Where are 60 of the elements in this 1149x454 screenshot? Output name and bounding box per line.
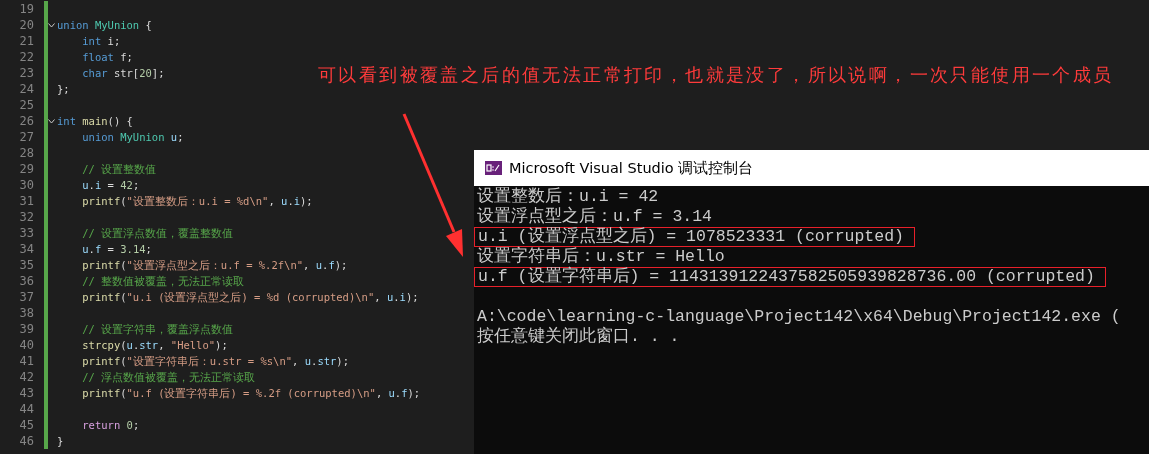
code-line: return 0; [81,418,140,433]
chevron-icon[interactable] [48,22,55,28]
annotation-text: 可以看到被覆盖之后的值无法正常打印，也就是没了，所以说啊，一次只能使用一个成员 [318,63,1114,87]
line-number: 46 [18,433,34,449]
code-line: }; [57,82,70,97]
code-line: union MyUnion u; [81,130,184,145]
code-line: printf("u.i (设置浮点型之后) = %d (corrupted)\n", u.i); [81,290,419,305]
line-number: 31 [18,193,34,209]
line-number: 45 [18,417,34,433]
code-line: char str[20]; [81,66,165,81]
line-number: 36 [18,273,34,289]
line-number: 34 [18,241,34,257]
chevron-icon[interactable] [48,118,55,124]
code-line: } [57,434,64,449]
line-number: 43 [18,385,34,401]
code-line: printf("u.f (设置字符串后) = %.2f (corrupted)\n", u.f); [81,386,421,401]
line-number: 38 [18,305,34,321]
window-title: Microsoft Visual Studio 调试控制台 [509,158,754,178]
console-line: 设置浮点型之后：u.f = 3.14 [476,207,713,226]
line-number: 37 [18,289,34,305]
code-line: printf("设置浮点型之后：u.f = %.2f\n", u.f); [81,258,348,273]
code-line: union MyUnion { [57,18,152,33]
line-number: 27 [18,129,34,145]
console-app-icon [485,161,502,175]
code-line: u.f = 3.14; [81,242,152,257]
line-number: 42 [18,369,34,385]
line-number: 40 [18,337,34,353]
code-line: printf("设置整数后：u.i = %d\n", u.i); [81,194,313,209]
line-number: 32 [18,209,34,225]
code-line: // 设置整数值 [81,162,157,177]
console-line: A:\code\learning-c-language\Project142\x64\Debug\Project142.exe ( [476,307,1121,326]
code-line: // 设置浮点数值，覆盖整数值 [81,226,234,241]
line-number: 44 [18,401,34,417]
code-line: int i; [81,34,121,49]
line-number: 20 [18,17,34,33]
console-line: 按任意键关闭此窗口. . . [476,327,680,347]
line-number: 41 [18,353,34,369]
line-number: 23 [18,65,34,81]
console-line: 设置整数后：u.i = 42 [476,187,659,206]
line-number: 21 [18,33,34,49]
line-number: 24 [18,81,34,97]
code-line: int main() { [57,114,133,129]
line-number: 25 [18,97,34,113]
line-number: 39 [18,321,34,337]
code-line: float f; [81,50,133,65]
code-line: // 浮点数值被覆盖，无法正常读取 [81,370,256,385]
line-number: 29 [18,161,34,177]
code-line: strcpy(u.str, "Hello"); [81,338,228,353]
code-line: printf("设置字符串后：u.str = %s\n", u.str); [81,354,349,369]
line-number: 33 [18,225,34,241]
code-line: // 设置字符串，覆盖浮点数值 [81,322,234,337]
console-line: 设置字符串后：u.str = Hello [476,247,725,266]
code-line: // 整数值被覆盖，无法正常读取 [81,274,245,289]
line-number: 22 [18,49,34,65]
line-number: 19 [18,1,34,17]
line-number: 30 [18,177,34,193]
line-number: 35 [18,257,34,273]
line-number: 28 [18,145,34,161]
line-number: 26 [18,113,34,129]
code-line: u.i = 42; [81,178,140,193]
